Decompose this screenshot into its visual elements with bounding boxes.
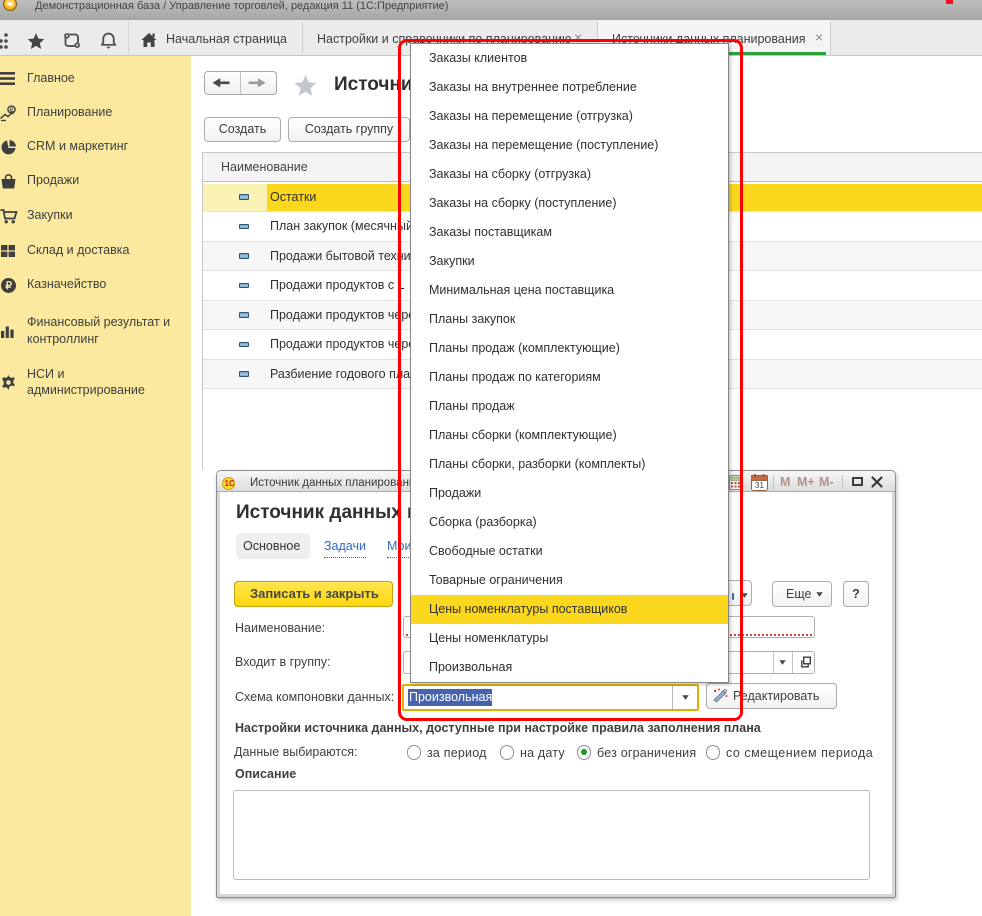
svg-text:31: 31 [755, 481, 764, 490]
svg-text:₽: ₽ [5, 280, 12, 292]
